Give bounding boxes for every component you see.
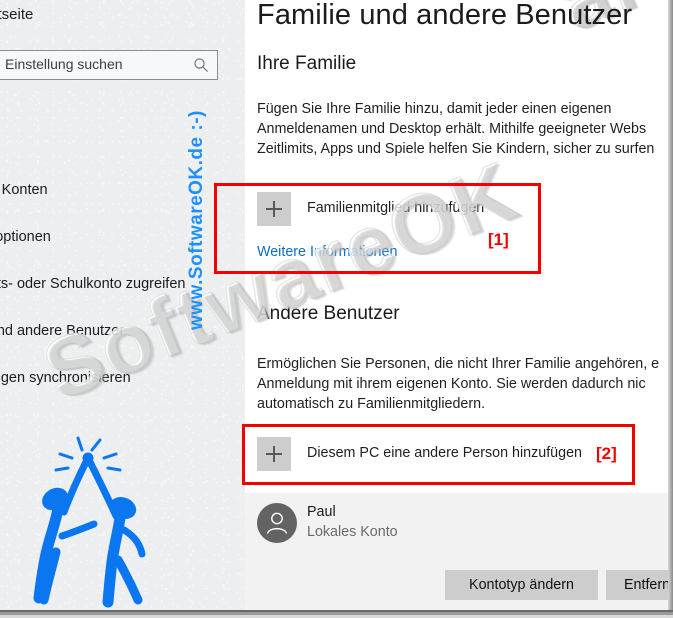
other-users-section-heading: Andere Benutzer [257, 303, 400, 324]
sidebar-item-family-other-users[interactable]: Familie und andere Benutzer [0, 323, 124, 339]
add-family-member-button[interactable]: Familienmitglied hinzufügen [257, 192, 587, 226]
family-description-line-1: Fügen Sie Ihre Familie hinzu, damit jede… [257, 101, 612, 117]
family-description-line-2: Anmeldenamen und Desktop erhält. Mithilf… [257, 121, 647, 137]
annotation-marker-2: [2] [596, 444, 617, 463]
sidebar-home-label[interactable]: Startseite [0, 6, 33, 23]
user-account-card[interactable]: Paul Lokales Konto Kontotyp ändern Entfe… [245, 493, 673, 610]
other-users-description-line-3: automatisch zu Familienmitgliedern. [257, 396, 486, 412]
account-type: Lokales Konto [307, 524, 398, 540]
search-input[interactable]: Einstellung suchen [0, 50, 218, 80]
change-account-type-button[interactable]: Kontotyp ändern [445, 570, 598, 600]
sidebar-item-sync-settings[interactable]: Einstellungen synchronisieren [0, 370, 131, 386]
remove-account-button[interactable]: Entfernen [606, 570, 673, 600]
plus-icon [257, 437, 291, 471]
settings-content-pane: areOK.de Familie und andere Benutzer Ihr… [245, 0, 673, 610]
window-bottom-border [0, 610, 673, 618]
window-right-edge [668, 0, 673, 610]
family-section-heading: Ihre Familie [257, 53, 357, 74]
sidebar-texture [0, 0, 245, 610]
sidebar-item-signin-options[interactable]: Anmeldeoptionen [0, 229, 51, 245]
settings-sidebar: Startseite Einstellung suchen Ihre Infos… [0, 0, 245, 610]
account-name: Paul [307, 504, 336, 520]
settings-window: Startseite Einstellung suchen Ihre Infos… [0, 0, 673, 618]
page-title: Familie und andere Benutzer [257, 0, 633, 31]
add-family-member-label: Familienmitglied hinzufügen [307, 200, 485, 216]
search-icon [194, 58, 208, 72]
family-description-line-3: Zeitlimits, Apps und Spiele helfen Sie K… [257, 141, 655, 157]
other-users-description-line-2: Anmeldung mit ihrem eigenen Konto. Sie w… [257, 376, 646, 392]
other-users-description-line-1: Ermöglichen Sie Personen, die nicht Ihre… [257, 356, 660, 372]
plus-icon [257, 192, 291, 226]
search-input-value: Einstellung suchen [5, 56, 123, 72]
person-avatar-icon [257, 503, 297, 543]
more-info-link[interactable]: Weitere Informationen [257, 244, 397, 260]
add-other-person-label: Diesem PC eine andere Person hinzufügen [307, 445, 582, 461]
sidebar-item-email-accounts[interactable]: E-Mail- & Konten [0, 182, 48, 198]
sidebar-item-work-school-access[interactable]: Auf Arbeits- oder Schulkonto zugreifen [0, 276, 185, 292]
annotation-marker-1: [1] [488, 230, 509, 249]
add-other-person-button[interactable]: Diesem PC eine andere Person hinzufügen [257, 437, 617, 471]
